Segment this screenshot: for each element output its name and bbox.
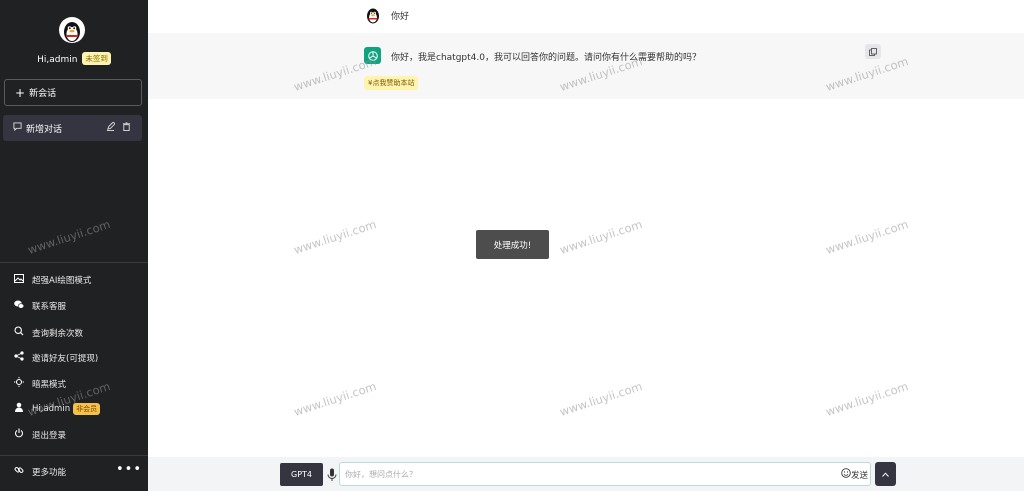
watermark: www.liuyii.com [823,379,910,419]
menu-label: 暗黑模式 [32,379,67,390]
new-chat-button[interactable]: + 新会话 [4,79,142,106]
menu-item-remaining-count[interactable]: 查询剩余次数 [14,326,83,339]
chat-input[interactable] [339,462,871,486]
success-toast: 处理成功! [476,230,549,259]
chevron-up-icon [882,471,889,477]
menu-label: 查询剩余次数 [32,328,84,339]
chat-bubble-icon [13,122,22,134]
chat-main: 你好 你好，我是chatgpt4.0，我可以回答你的问题。请问你有什么需要帮助的… [148,0,1024,491]
menu-item-dark-mode[interactable]: 暗黑模式 [14,377,66,390]
user-greeting-line: Hi,admin 未签到 [0,52,148,65]
share-icon [14,351,24,364]
menu-label: Hi,admin [32,403,71,414]
watermark: www.liuyii.com [557,217,644,257]
image-icon [14,274,24,286]
user-message: 你好 [391,12,410,22]
edit-icon[interactable] [106,121,116,134]
menu-label: 超强AI绘图模式 [32,276,92,286]
user-message-row: 你好 [148,0,1024,33]
sidebar: Hi,admin 未签到 + 新会话 新增对话 超强AI绘图模式 联系客服 查询… [0,0,148,491]
more-features-label: 更多功能 [32,467,67,478]
menu-label: 退出登录 [32,430,67,441]
send-label: 发送 [851,470,869,481]
trash-icon[interactable] [122,122,131,134]
wechat-icon [14,300,25,312]
member-badge[interactable]: 非会员 [73,402,101,415]
link-icon [14,465,24,478]
microphone-icon[interactable] [327,467,337,481]
plus-icon: + [15,85,26,100]
menu-label: 联系客服 [32,302,67,312]
user-greeting: Hi,admin [37,55,78,65]
watermark: www.liuyii.com [291,217,378,257]
menu-item-invite-friends[interactable]: 邀请好友(可提现) [14,351,98,364]
sidebar-divider [0,262,148,263]
menu-item-customer-service[interactable]: 联系客服 [14,300,66,312]
conversation-item[interactable]: 新增对话 [3,115,142,141]
search-icon [14,326,24,339]
conversation-label: 新增对话 [26,124,63,135]
input-bar: GPT4 发送 [148,457,1024,491]
sponsor-button[interactable]: ¥点我赞助本站 [364,76,419,90]
more-features-button[interactable]: 更多功能 [14,465,66,478]
watermark: www.liuyii.com [823,217,910,257]
watermark: www.liuyii.com [291,379,378,419]
send-button[interactable]: 发送 [841,468,868,481]
sun-icon [14,377,24,390]
model-select-button[interactable]: GPT4 [280,463,323,486]
more-dots-icon[interactable]: ••• [116,462,142,477]
sign-in-badge[interactable]: 未签到 [82,52,111,65]
emoji-icon[interactable] [841,468,851,481]
watermark: www.liuyii.com [25,217,112,257]
new-chat-label: 新会话 [29,89,57,99]
menu-item-logout[interactable]: 退出登录 [14,428,66,441]
user-icon [14,402,24,415]
menu-item-ai-drawing[interactable]: 超强AI绘图模式 [14,274,91,286]
menu-label: 邀请好友(可提现) [32,353,99,364]
watermark: www.liuyii.com [557,379,644,419]
bottom-divider [0,455,148,456]
menu-item-user-profile[interactable]: Hi,admin 非会员 [14,402,101,415]
scroll-up-button[interactable] [875,462,896,486]
penguin-avatar-icon [364,6,382,24]
copy-icon[interactable] [865,44,881,59]
penguin-avatar-icon[interactable] [59,17,85,43]
bot-message: 你好，我是chatgpt4.0，我可以回答你的问题。请问你有什么需要帮助的吗？ [391,53,701,63]
bot-message-row: 你好，我是chatgpt4.0，我可以回答你的问题。请问你有什么需要帮助的吗？ … [148,33,1024,99]
power-icon [14,428,24,441]
openai-logo-icon [364,47,381,64]
